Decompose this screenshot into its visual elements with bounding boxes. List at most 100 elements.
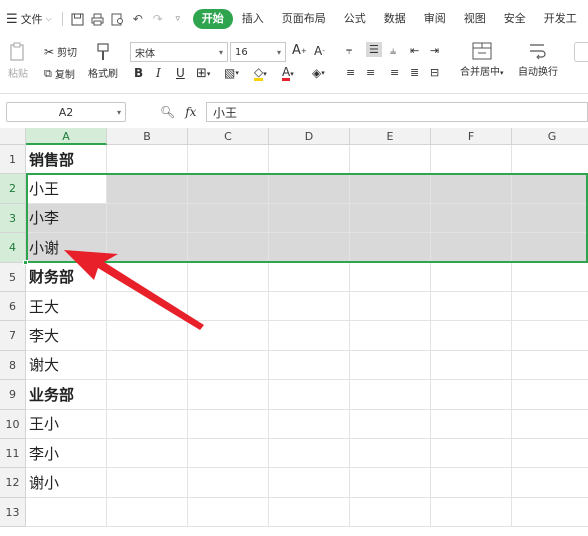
- wrap-text-button[interactable]: 自动换行: [518, 42, 558, 78]
- cell-f3[interactable]: [431, 203, 512, 234]
- cell-e4[interactable]: [350, 233, 431, 263]
- indent-decrease-icon[interactable]: ⇤: [410, 44, 419, 57]
- cell-c5[interactable]: [188, 262, 269, 292]
- cell-e1[interactable]: [350, 145, 431, 175]
- cell-c10[interactable]: [188, 409, 269, 439]
- cell-a2[interactable]: 小王: [26, 174, 107, 204]
- row-header-10[interactable]: 10: [0, 409, 26, 439]
- cell-b2[interactable]: [107, 174, 188, 204]
- align-bottom-icon[interactable]: ⫨: [390, 44, 396, 58]
- cell-b6[interactable]: [107, 292, 188, 322]
- tab-data[interactable]: 数据: [375, 9, 415, 29]
- column-header-f[interactable]: F: [431, 128, 512, 145]
- cell-d7[interactable]: [269, 321, 350, 351]
- row-header-6[interactable]: 6: [0, 292, 26, 322]
- tab-page-layout[interactable]: 页面布局: [273, 9, 335, 29]
- distributed-icon[interactable]: ⊟: [430, 66, 439, 79]
- cell-g4[interactable]: [512, 233, 588, 263]
- cell-f13[interactable]: [431, 497, 512, 528]
- column-header-e[interactable]: E: [350, 128, 431, 145]
- cell-c7[interactable]: [188, 321, 269, 351]
- tab-review[interactable]: 审阅: [415, 9, 455, 29]
- align-left-icon[interactable]: ≡: [346, 66, 355, 79]
- cell-g5[interactable]: [512, 263, 588, 292]
- row-header-7[interactable]: 7: [0, 321, 26, 351]
- file-menu[interactable]: ☰ 文件 ⌵: [6, 9, 52, 29]
- cell-d5[interactable]: [269, 262, 350, 292]
- cell-d2[interactable]: [269, 174, 350, 204]
- cell-d8[interactable]: [269, 350, 350, 381]
- cell-b8[interactable]: [107, 350, 188, 381]
- cell-c1[interactable]: [188, 145, 269, 175]
- cell-e8[interactable]: [350, 350, 431, 381]
- cell-b3[interactable]: [107, 203, 188, 234]
- cell-b1[interactable]: [107, 145, 188, 175]
- align-middle-icon[interactable]: ☰: [366, 42, 382, 57]
- cell-f9[interactable]: [431, 380, 512, 410]
- fill-handle[interactable]: [23, 259, 28, 265]
- cell-c12[interactable]: [188, 468, 269, 498]
- cell-g9[interactable]: [512, 380, 588, 410]
- font-name-select[interactable]: 宋体 ▾: [130, 42, 228, 62]
- cell-style-icon[interactable]: ▧ ▾: [224, 66, 239, 80]
- cell-a10[interactable]: 王小: [26, 409, 107, 439]
- cell-c3[interactable]: [188, 203, 269, 234]
- cell-c8[interactable]: [188, 350, 269, 381]
- cell-a7[interactable]: 李大: [26, 321, 107, 351]
- cell-d3[interactable]: [269, 203, 350, 234]
- cell-g11[interactable]: [512, 439, 588, 469]
- fx-icon[interactable]: fx: [185, 105, 196, 119]
- cell-e13[interactable]: [350, 497, 431, 528]
- cell-g13[interactable]: [512, 498, 588, 528]
- row-header-8[interactable]: 8: [0, 350, 26, 381]
- cell-g12[interactable]: [512, 468, 588, 498]
- row-header-11[interactable]: 11: [0, 439, 26, 469]
- cell-f8[interactable]: [431, 350, 512, 381]
- tab-formulas[interactable]: 公式: [335, 9, 375, 29]
- cell-a6[interactable]: 王大: [26, 292, 107, 322]
- cell-g2[interactable]: [512, 174, 588, 204]
- cell-c4[interactable]: [188, 233, 269, 263]
- zoom-search-icon[interactable]: 🔍︎: [160, 105, 175, 119]
- font-size-select[interactable]: 16 ▾: [230, 42, 286, 62]
- cell-a8[interactable]: 谢大: [26, 350, 107, 381]
- cell-c11[interactable]: [188, 439, 269, 469]
- cell-c13[interactable]: [188, 497, 269, 528]
- tab-developer[interactable]: 开发工: [535, 9, 586, 29]
- cell-f4[interactable]: [431, 233, 512, 263]
- cell-a3[interactable]: 小李: [26, 203, 107, 234]
- row-header-12[interactable]: 12: [0, 468, 26, 498]
- cell-b11[interactable]: [107, 439, 188, 469]
- cell-e11[interactable]: [350, 439, 431, 469]
- align-center-icon[interactable]: ≡: [366, 66, 375, 79]
- cell-a5[interactable]: 财务部: [26, 262, 107, 292]
- cell-d10[interactable]: [269, 409, 350, 439]
- cell-f1[interactable]: [431, 145, 512, 175]
- italic-icon[interactable]: I: [156, 66, 161, 80]
- cell-c6[interactable]: [188, 292, 269, 322]
- row-header-2[interactable]: 2: [0, 174, 26, 204]
- cell-f11[interactable]: [431, 439, 512, 469]
- align-right-icon[interactable]: ≡: [390, 66, 399, 79]
- cell-e12[interactable]: [350, 468, 431, 498]
- name-box[interactable]: A2 ▾: [6, 102, 126, 122]
- cell-b13[interactable]: [107, 497, 188, 528]
- cell-e10[interactable]: [350, 409, 431, 439]
- font-color-icon[interactable]: A ▾: [282, 66, 294, 81]
- cell-d1[interactable]: [269, 145, 350, 175]
- select-all-corner[interactable]: [0, 128, 26, 145]
- cell-e2[interactable]: [350, 174, 431, 204]
- merge-center-button[interactable]: 合并居中▾: [460, 42, 504, 78]
- cell-a9[interactable]: 业务部: [26, 380, 107, 410]
- cell-g8[interactable]: [512, 351, 588, 381]
- align-top-icon[interactable]: ⫧: [346, 44, 352, 58]
- paste-button[interactable]: 粘贴: [8, 42, 28, 80]
- format-painter-button[interactable]: 格式刷: [88, 42, 118, 80]
- row-header-9[interactable]: 9: [0, 380, 26, 410]
- column-header-c[interactable]: C: [188, 128, 269, 145]
- cell-f10[interactable]: [431, 409, 512, 439]
- cell-d6[interactable]: [269, 292, 350, 322]
- customize-toolbar-icon[interactable]: ▿: [169, 10, 187, 28]
- cell-d12[interactable]: [269, 468, 350, 498]
- cell-f6[interactable]: [431, 292, 512, 322]
